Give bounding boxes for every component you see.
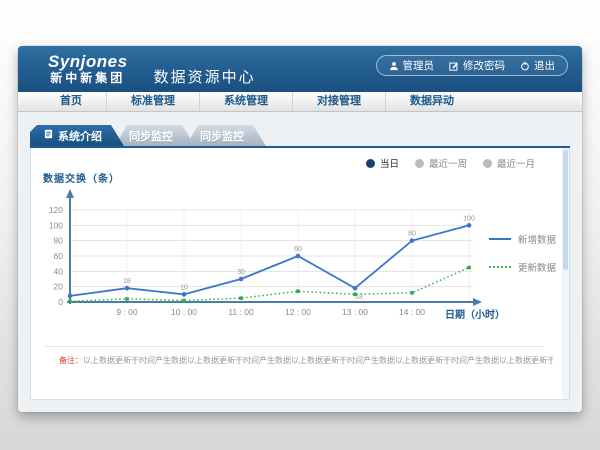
note-text: 以上数据更新于时间产生数据以上数据更新于时间产生数据以上数据更新于时间产生数据以… [83, 356, 553, 365]
radio-dot-icon [483, 159, 492, 168]
nav-item-0[interactable]: 首页 [36, 92, 107, 111]
range-option-0[interactable]: 当日 [366, 156, 399, 170]
svg-text:20: 20 [54, 282, 64, 292]
svg-text:40: 40 [54, 266, 64, 276]
nav-item-2[interactable]: 系统管理 [200, 92, 293, 111]
note-label: 备注： [59, 356, 83, 365]
svg-text:9 : 00: 9 : 00 [116, 307, 138, 317]
logout-icon [520, 61, 530, 71]
svg-text:11 : 00: 11 : 00 [228, 307, 254, 317]
nav-item-3[interactable]: 对接管理 [293, 92, 386, 111]
line-chart: 0 20 40 60 80 100 120 9 : 00 10 : 00 11 : 00 12 : … [31, 184, 511, 324]
nav-item-4[interactable]: 数据异动 [386, 92, 478, 111]
svg-text:10 : 00: 10 : 00 [171, 307, 197, 317]
app-window: Synjones 新中新集团 数据资源中心 管理员修改密码退出 首页标准管理系统… [18, 46, 582, 412]
tab-label: 系统介绍 [58, 128, 102, 144]
range-option-label: 当日 [380, 156, 399, 170]
svg-text:60: 60 [54, 251, 64, 261]
legend-item-0: 新增数据 [489, 232, 556, 246]
logo-company-name: 新中新集团 [48, 72, 128, 86]
svg-text:60: 60 [294, 246, 302, 253]
legend-line-icon [489, 238, 511, 240]
note-divider [45, 346, 543, 347]
desktop-background: Synjones 新中新集团 数据资源中心 管理员修改密码退出 首页标准管理系统… [0, 0, 600, 450]
range-option-label: 最近一月 [497, 156, 535, 170]
range-option-label: 最近一周 [429, 156, 467, 170]
y-axis-title: 数据交换（条） [43, 170, 120, 185]
legend-line-icon [489, 266, 511, 268]
legend-item-1: 更新数据 [489, 260, 556, 274]
radio-dot-icon [415, 159, 424, 168]
tab-0[interactable]: 系统介绍 [30, 125, 124, 146]
tab-2[interactable]: 同步监控 [186, 125, 266, 146]
chart-legend: 新增数据更新数据 [489, 232, 556, 274]
app-title: 数据资源中心 [154, 52, 256, 87]
svg-text:14 : 00: 14 : 00 [399, 307, 425, 317]
user-menu-label: 管理员 [403, 58, 435, 73]
user-menu: 管理员 修改密码 退出 [376, 55, 569, 76]
tab-label: 同步监控 [129, 128, 173, 144]
panel-scrollbar[interactable] [562, 148, 569, 399]
nav-item-1[interactable]: 标准管理 [107, 92, 200, 111]
user-menu-item-0[interactable]: 管理员 [389, 58, 435, 73]
app-header: Synjones 新中新集团 数据资源中心 管理员 修改密码 退出 [18, 46, 582, 92]
svg-text:100: 100 [49, 220, 63, 230]
logo-wordmark: Synjones [48, 52, 128, 72]
legend-label: 新增数据 [518, 232, 556, 246]
scrollbar-thumb[interactable] [563, 150, 568, 270]
user-menu-label: 修改密码 [463, 58, 505, 73]
svg-text:100: 100 [463, 215, 475, 222]
svg-text:80: 80 [54, 236, 64, 246]
x-axis-title: 日期（小时） [445, 306, 505, 321]
tab-bar: 系统介绍 同步监控 同步监控 [30, 125, 570, 148]
svg-text:80: 80 [408, 231, 416, 238]
svg-text:10: 10 [180, 284, 188, 291]
edit-icon [449, 61, 459, 71]
legend-label: 更新数据 [518, 260, 556, 274]
user-menu-label: 退出 [534, 58, 555, 73]
tab-label: 同步监控 [200, 128, 244, 144]
footer-note: 备注：以上数据更新于时间产生数据以上数据更新于时间产生数据以上数据更新于时间产生… [59, 355, 553, 366]
radio-dot-icon [366, 159, 375, 168]
chart-panel: 当日 最近一周 最近一月 数据交换（条） 0 20 40 60 80 100 120 9 : 00… [30, 148, 570, 400]
tab-1[interactable]: 同步监控 [115, 125, 195, 146]
time-range-options: 当日 最近一周 最近一月 [366, 156, 535, 170]
svg-text:30: 30 [237, 269, 245, 276]
range-option-1[interactable]: 最近一周 [415, 156, 467, 170]
user-menu-item-1[interactable]: 修改密码 [449, 58, 505, 73]
user-icon [389, 61, 399, 71]
content-area: 系统介绍 同步监控 同步监控 当日 最近一周 最近一月 数据交换（条） 0 20 40 60 8… [18, 112, 582, 411]
svg-text:18: 18 [123, 278, 131, 285]
svg-text:120: 120 [49, 205, 63, 215]
svg-text:13 : 00: 13 : 00 [342, 307, 368, 317]
logo: Synjones 新中新集团 [48, 52, 128, 85]
svg-text:0: 0 [58, 297, 63, 307]
range-option-2[interactable]: 最近一月 [483, 156, 535, 170]
user-menu-item-2[interactable]: 退出 [520, 58, 555, 73]
svg-text:12 : 00: 12 : 00 [285, 307, 311, 317]
main-nav: 首页标准管理系统管理对接管理数据异动 [18, 92, 582, 112]
doc-icon [44, 129, 53, 142]
